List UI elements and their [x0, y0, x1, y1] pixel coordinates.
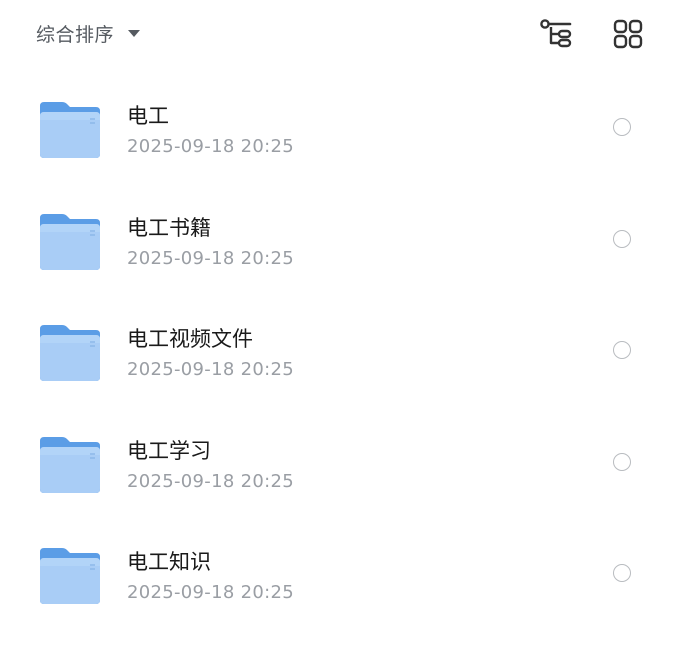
file-name: 电工学习	[127, 438, 211, 463]
file-name: 电工视频文件	[127, 327, 253, 351]
grid-view-icon	[613, 19, 643, 49]
sort-dropdown[interactable]: 综合排序	[36, 18, 141, 48]
select-radio[interactable]	[613, 229, 631, 248]
file-name: 电工书籍	[127, 215, 211, 240]
folder-icon	[40, 436, 100, 493]
select-radio[interactable]	[613, 341, 631, 359]
file-date: 2025-09-18 20:25	[127, 359, 295, 380]
folder-icon	[40, 548, 100, 604]
list-item[interactable]: 电工视频文件 2025-09-18 20:25	[0, 295, 680, 407]
list-item[interactable]: 电工学习 2025-09-18 20:25	[0, 407, 680, 519]
folder-icon	[40, 325, 100, 381]
list-item[interactable]: 电工知识 2025-09-18 20:25	[0, 518, 680, 630]
file-name: 电工知识	[127, 550, 211, 574]
select-radio[interactable]	[613, 452, 631, 471]
file-date: 2025-09-18 20:25	[127, 470, 295, 492]
file-browser-page: 综合排序 电工 2025-09-18 20:25 电工书籍 2025-09-18…	[0, 0, 680, 655]
folder-icon	[40, 102, 100, 158]
tree-view-button[interactable]	[536, 14, 576, 54]
tree-view-icon	[540, 19, 572, 48]
grid-view-button[interactable]	[608, 14, 648, 54]
list-item[interactable]: 电工 2025-09-18 20:25	[0, 72, 680, 184]
file-name: 电工	[127, 104, 169, 128]
list-item[interactable]: 电工书籍 2025-09-18 20:25	[0, 184, 680, 296]
file-date: 2025-09-18 20:25	[127, 136, 295, 157]
select-radio[interactable]	[613, 118, 631, 136]
file-date: 2025-09-18 20:25	[127, 247, 295, 269]
file-date: 2025-09-18 20:25	[127, 582, 295, 603]
sort-label: 综合排序	[36, 23, 115, 46]
folder-icon	[40, 213, 100, 270]
file-list: 电工 2025-09-18 20:25 电工书籍 2025-09-18 20:2…	[0, 72, 680, 630]
select-radio[interactable]	[613, 564, 631, 582]
caret-down-icon	[128, 29, 141, 37]
